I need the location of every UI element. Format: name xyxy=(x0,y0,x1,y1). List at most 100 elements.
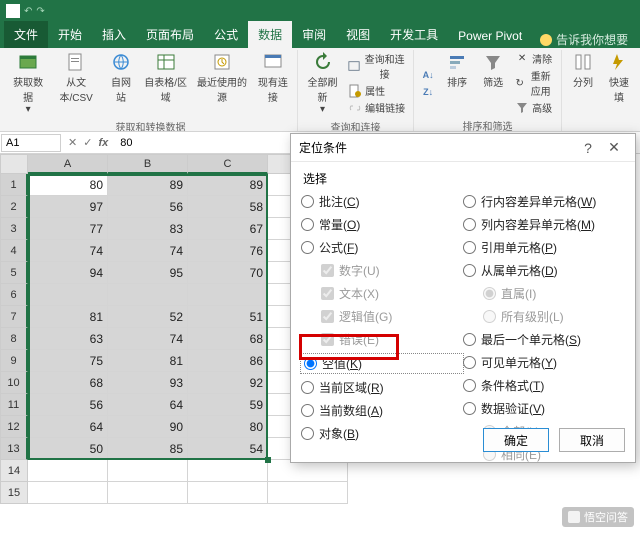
opt-objects[interactable]: 对象(B) xyxy=(301,425,463,442)
cell[interactable]: 97 xyxy=(28,196,108,218)
cell[interactable]: 64 xyxy=(108,394,188,416)
sort-asc-button[interactable]: A↓ xyxy=(418,67,438,83)
row-header[interactable]: 11 xyxy=(0,394,28,416)
reapply-button[interactable]: ↻重新应用 xyxy=(512,67,557,99)
row-header[interactable]: 12 xyxy=(0,416,28,438)
cell[interactable]: 59 xyxy=(188,394,268,416)
opt-formulas[interactable]: 公式(F) xyxy=(301,239,463,256)
tab-layout[interactable]: 页面布局 xyxy=(136,21,204,48)
fx-icon[interactable]: fx xyxy=(98,137,108,149)
cell[interactable]: 80 xyxy=(28,174,108,196)
from-web-button[interactable]: 自网站 xyxy=(104,50,138,117)
cell[interactable]: 81 xyxy=(28,306,108,328)
properties-button[interactable]: 属性 xyxy=(345,82,409,99)
cell[interactable]: 85 xyxy=(108,438,188,460)
opt-current-region[interactable]: 当前区域(R) xyxy=(301,379,463,396)
opt-current-array[interactable]: 当前数组(A) xyxy=(301,402,463,419)
tab-view[interactable]: 视图 xyxy=(336,21,380,48)
advanced-filter-button[interactable]: 高级 xyxy=(512,99,557,116)
tell-me[interactable]: 告诉我你想要 xyxy=(540,31,628,48)
row-header[interactable]: 6 xyxy=(0,284,28,306)
opt-data-validation[interactable]: 数据验证(V) xyxy=(463,400,625,417)
undo-icon[interactable]: ↶ xyxy=(24,6,32,17)
cell[interactable]: 74 xyxy=(108,328,188,350)
tab-dev[interactable]: 开发工具 xyxy=(380,21,448,48)
cell[interactable]: 89 xyxy=(108,174,188,196)
cell[interactable]: 93 xyxy=(108,372,188,394)
tab-powerpivot[interactable]: Power Pivot xyxy=(448,24,532,48)
redo-icon[interactable]: ↷ xyxy=(36,6,44,17)
dialog-titlebar[interactable]: 定位条件 ? ✕ xyxy=(291,134,635,162)
from-table-button[interactable]: 自表格/区域 xyxy=(140,50,191,117)
opt-comments[interactable]: 批注(C) xyxy=(301,193,463,210)
opt-precedents[interactable]: 引用单元格(P) xyxy=(463,239,625,256)
accept-icon[interactable]: ✓ xyxy=(83,136,92,149)
text-to-columns-button[interactable]: 分列 xyxy=(566,50,600,106)
tab-review[interactable]: 审阅 xyxy=(292,21,336,48)
opt-visible[interactable]: 可见单元格(Y) xyxy=(463,354,625,371)
row-header[interactable]: 5 xyxy=(0,262,28,284)
row-header[interactable]: 1 xyxy=(0,174,28,196)
close-icon[interactable]: ✕ xyxy=(601,139,627,156)
row-header[interactable]: 13 xyxy=(0,438,28,460)
cell[interactable]: 68 xyxy=(28,372,108,394)
cell[interactable]: 67 xyxy=(188,218,268,240)
row-header[interactable]: 15 xyxy=(0,482,28,504)
tab-file[interactable]: 文件 xyxy=(4,21,48,48)
cell[interactable]: 86 xyxy=(188,350,268,372)
cell[interactable]: 77 xyxy=(28,218,108,240)
opt-row-diff[interactable]: 行内容差异单元格(W) xyxy=(463,193,625,210)
cell[interactable] xyxy=(188,482,268,504)
tab-home[interactable]: 开始 xyxy=(48,21,92,48)
cancel-button[interactable]: 取消 xyxy=(559,428,625,452)
refresh-all-button[interactable]: 全部刷新▾ xyxy=(302,50,343,117)
row-header[interactable]: 3 xyxy=(0,218,28,240)
row-header[interactable]: 4 xyxy=(0,240,28,262)
cell[interactable]: 95 xyxy=(108,262,188,284)
cell[interactable] xyxy=(268,482,348,504)
cell[interactable]: 80 xyxy=(188,416,268,438)
get-data-button[interactable]: 获取数据▾ xyxy=(8,50,48,117)
sort-button[interactable]: 排序 xyxy=(440,50,474,116)
formula-value[interactable]: 80 xyxy=(114,135,138,151)
opt-constants[interactable]: 常量(O) xyxy=(301,216,463,233)
opt-col-diff[interactable]: 列内容差异单元格(M) xyxy=(463,216,625,233)
flash-fill-button[interactable]: 快速填 xyxy=(602,50,636,106)
opt-last-cell[interactable]: 最后一个单元格(S) xyxy=(463,331,625,348)
row-header[interactable]: 14 xyxy=(0,460,28,482)
col-header[interactable]: C xyxy=(188,154,268,174)
col-header[interactable]: B xyxy=(108,154,188,174)
cell[interactable]: 70 xyxy=(188,262,268,284)
tab-insert[interactable]: 插入 xyxy=(92,21,136,48)
cell[interactable]: 75 xyxy=(28,350,108,372)
cancel-icon[interactable]: ✕ xyxy=(68,136,77,149)
cell[interactable]: 50 xyxy=(28,438,108,460)
existing-conn-button[interactable]: 现有连接 xyxy=(253,50,293,117)
row-header[interactable]: 7 xyxy=(0,306,28,328)
col-header[interactable]: A xyxy=(28,154,108,174)
cell[interactable]: 90 xyxy=(108,416,188,438)
cell[interactable]: 58 xyxy=(188,196,268,218)
row-header[interactable]: 8 xyxy=(0,328,28,350)
cell[interactable]: 74 xyxy=(28,240,108,262)
cell[interactable]: 68 xyxy=(188,328,268,350)
cell[interactable]: 64 xyxy=(28,416,108,438)
cell[interactable]: 74 xyxy=(108,240,188,262)
row-header[interactable]: 9 xyxy=(0,350,28,372)
name-box[interactable] xyxy=(1,134,61,152)
cell[interactable] xyxy=(268,460,348,482)
cell[interactable] xyxy=(188,284,268,306)
tab-formulas[interactable]: 公式 xyxy=(204,21,248,48)
filter-button[interactable]: 筛选 xyxy=(476,50,510,116)
cell[interactable] xyxy=(28,482,108,504)
help-icon[interactable]: ? xyxy=(575,140,601,156)
select-all-corner[interactable] xyxy=(0,154,28,174)
cell[interactable] xyxy=(108,460,188,482)
queries-conn-button[interactable]: 查询和连接 xyxy=(345,50,409,82)
cell[interactable]: 81 xyxy=(108,350,188,372)
opt-dependents[interactable]: 从属单元格(D) xyxy=(463,262,625,279)
sort-desc-button[interactable]: Z↓ xyxy=(418,84,438,100)
cell[interactable] xyxy=(28,460,108,482)
cell[interactable]: 94 xyxy=(28,262,108,284)
fill-handle[interactable] xyxy=(265,457,271,463)
